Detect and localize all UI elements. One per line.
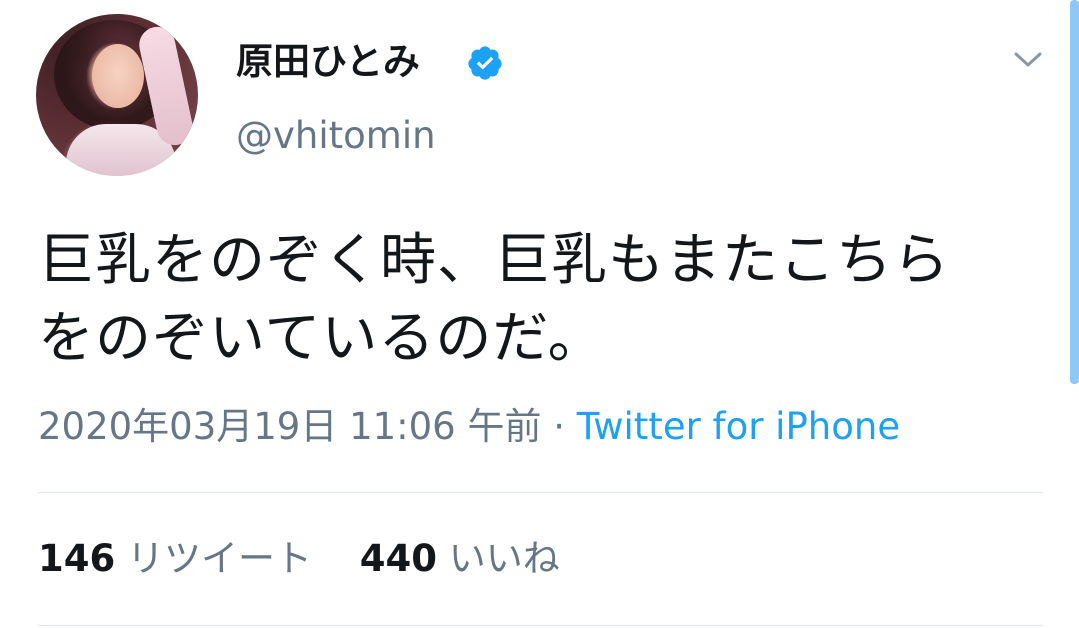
- likes-label: いいね: [448, 537, 560, 580]
- retweets-count: 146: [38, 537, 116, 580]
- tweet-timestamp[interactable]: 2020年03月19日 11:06 午前: [38, 405, 541, 448]
- tweet-stats: 146 リツイート 440 いいね: [38, 532, 560, 586]
- avatar[interactable]: [36, 14, 198, 176]
- chevron-down-icon[interactable]: [1012, 46, 1044, 72]
- retweets-label: リツイート: [127, 537, 312, 580]
- scrollbar[interactable]: [1070, 0, 1079, 384]
- likes-count: 440: [359, 537, 437, 580]
- tweet-text-line: をのぞいているのだ。: [38, 306, 605, 371]
- tweet-text-line: 巨乳をのぞく時、巨乳もまたこちら: [38, 228, 950, 293]
- display-name[interactable]: 原田ひとみ: [236, 38, 420, 86]
- avatar-face: [92, 44, 144, 108]
- tweet-meta: 2020年03月19日 11:06 午前 · Twitter for iPhon…: [38, 400, 900, 454]
- user-handle[interactable]: @vhitomin: [236, 112, 436, 160]
- retweets-stat[interactable]: 146 リツイート: [38, 537, 324, 580]
- divider: [38, 492, 1043, 493]
- likes-stat[interactable]: 440 いいね: [360, 537, 560, 580]
- tweet-source-link[interactable]: Twitter for iPhone: [577, 405, 900, 448]
- verified-badge-icon: [468, 46, 502, 80]
- meta-separator: ·: [553, 405, 566, 448]
- divider: [38, 625, 1043, 626]
- tweet-text: 巨乳をのぞく時、巨乳もまたこちら をのぞいているのだ。: [38, 222, 1068, 378]
